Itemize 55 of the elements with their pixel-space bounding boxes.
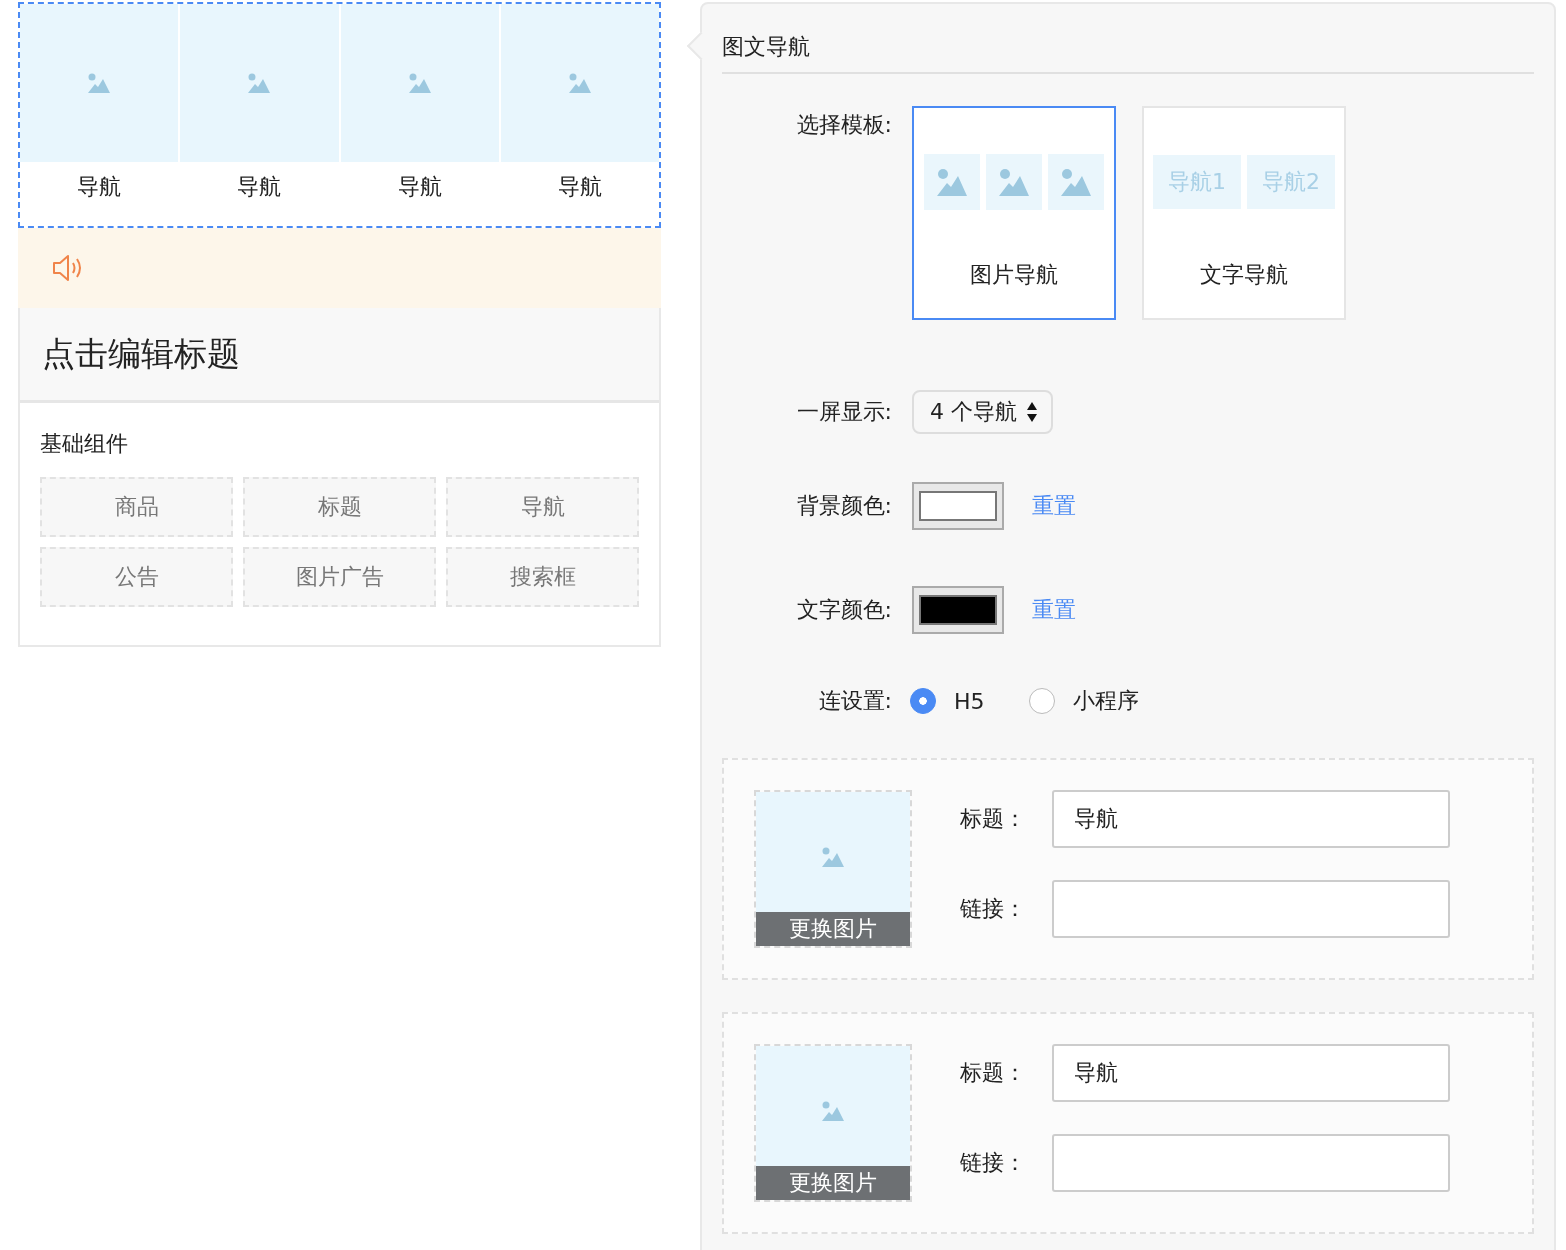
- title-input[interactable]: 导航: [1052, 790, 1450, 848]
- link-input[interactable]: [1052, 880, 1450, 938]
- color-picker[interactable]: [912, 586, 1004, 634]
- nav-sample: 导航1: [1153, 155, 1241, 209]
- section-heading: 基础组件: [40, 430, 129, 458]
- radio-button[interactable]: [1028, 688, 1055, 714]
- link-input[interactable]: [1052, 1134, 1450, 1192]
- radio-option[interactable]: H5: [910, 688, 985, 714]
- image-icon: [87, 73, 112, 93]
- field-label: 背景颜色:: [795, 492, 892, 520]
- panel-title: 图文导航: [722, 4, 1534, 74]
- component-button[interactable]: 图片广告: [243, 547, 436, 607]
- image-uploader[interactable]: 更换图片: [754, 1044, 912, 1202]
- reset-link[interactable]: 重置: [1032, 595, 1076, 625]
- field-label: 标题：: [960, 1059, 1027, 1087]
- template-option[interactable]: 导航1 导航2 文字导航: [1142, 106, 1346, 320]
- nav-label: 导航: [237, 173, 282, 201]
- field-label: 链接：: [960, 895, 1027, 923]
- select-field[interactable]: 4 个导航: [912, 390, 1053, 434]
- component-button[interactable]: 搜索框: [446, 547, 639, 607]
- change-image-button[interactable]: 更换图片: [756, 1166, 910, 1200]
- image-icon: [407, 73, 432, 93]
- title-input[interactable]: 导航: [1052, 1044, 1450, 1102]
- template-option[interactable]: 图片导航: [912, 106, 1116, 320]
- title-block[interactable]: 点击编辑标题: [20, 308, 659, 403]
- image-icon: [567, 73, 592, 93]
- component-button[interactable]: 公告: [40, 547, 233, 607]
- field-label: 链接：: [960, 1149, 1027, 1177]
- reset-link[interactable]: 重置: [1032, 491, 1076, 521]
- change-image-button[interactable]: 更换图片: [756, 912, 910, 946]
- nav-label: 导航: [557, 173, 602, 201]
- image-uploader[interactable]: 更换图片: [754, 790, 912, 948]
- radio-option[interactable]: 小程序: [1028, 686, 1139, 716]
- field-label: 文字颜色:: [795, 596, 892, 624]
- color-picker[interactable]: [912, 482, 1004, 530]
- nav-sample: 导航2: [1247, 155, 1335, 209]
- title-text: 点击编辑标题: [42, 332, 240, 375]
- image-placeholder-icon: [1048, 154, 1104, 210]
- nav-label: 导航: [77, 173, 122, 201]
- field-label: 标题：: [960, 805, 1027, 833]
- nav-label: 导航: [397, 173, 442, 201]
- image-placeholder-icon: [986, 154, 1042, 210]
- image-icon: [821, 847, 845, 867]
- nav-preview[interactable]: 导航 导航 导航 导航: [18, 2, 661, 228]
- field-label: 一屏显示:: [795, 398, 892, 426]
- image-icon: [247, 73, 272, 93]
- component-button[interactable]: 商品: [40, 477, 233, 537]
- image-icon: [821, 1101, 845, 1121]
- sort-caret-icon: [1027, 401, 1037, 423]
- component-button[interactable]: 导航: [446, 477, 639, 537]
- field-label: 连设置:: [817, 687, 892, 715]
- radio-button[interactable]: [910, 688, 936, 714]
- image-placeholder-icon: [924, 154, 980, 210]
- field-label: 选择模板:: [795, 111, 892, 139]
- component-button[interactable]: 标题: [243, 477, 436, 537]
